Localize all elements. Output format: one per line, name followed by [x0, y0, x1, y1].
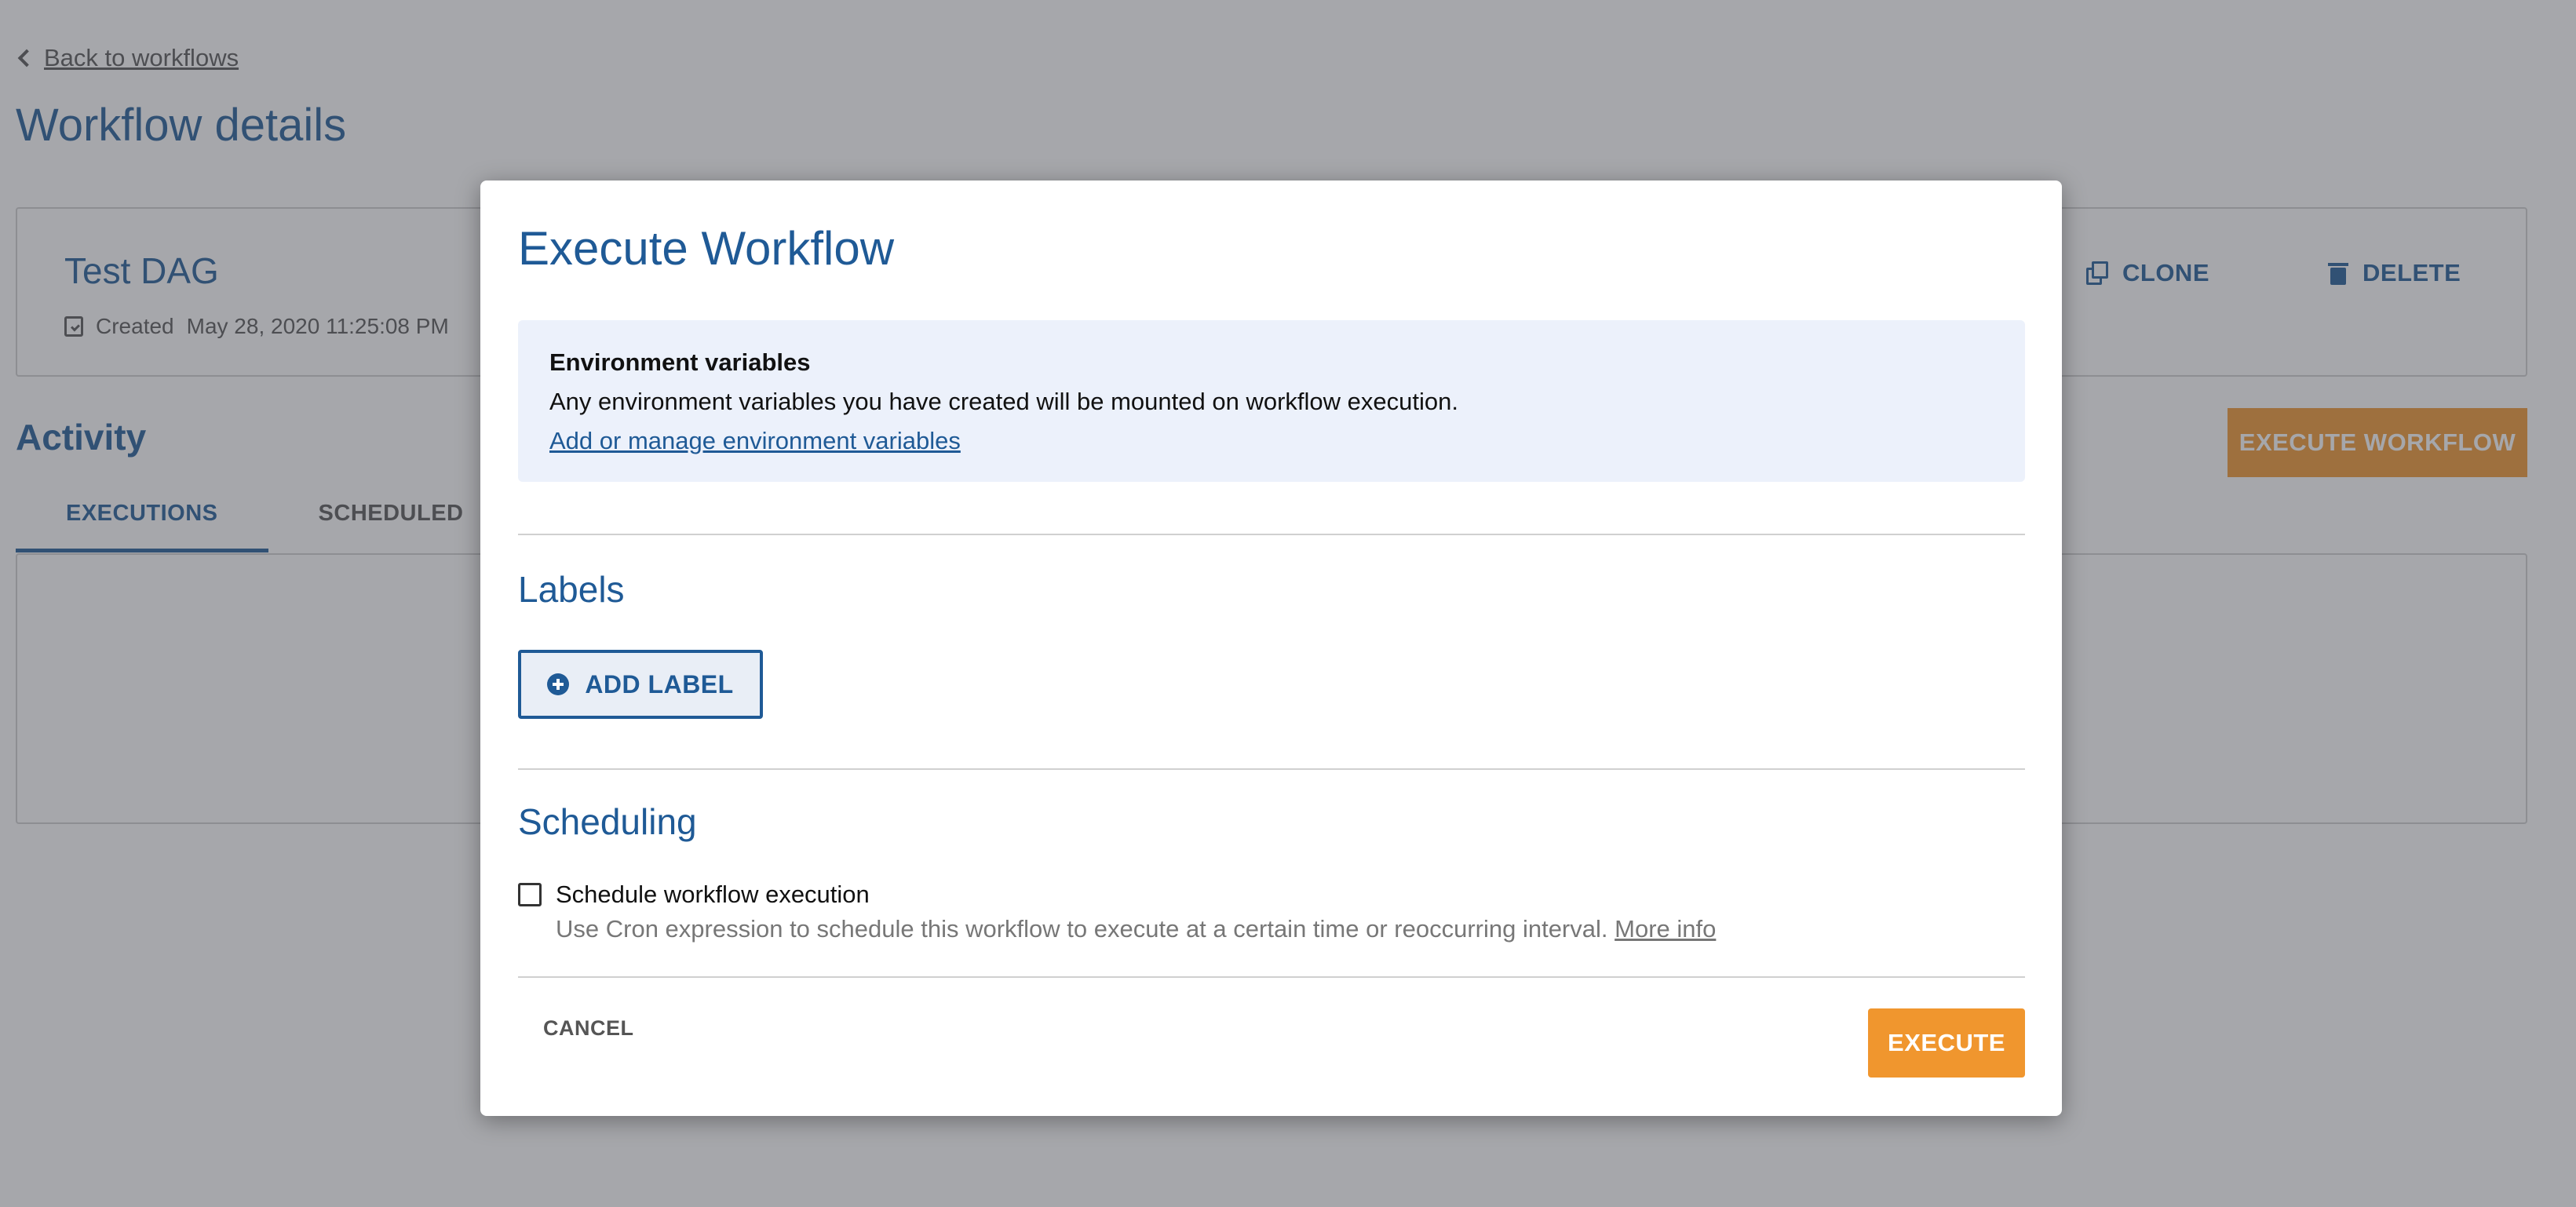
- divider: [518, 768, 2025, 770]
- env-notice-title: Environment variables: [549, 348, 811, 376]
- plus-circle-icon: [547, 673, 570, 695]
- schedule-help-text: Use Cron expression to schedule this wor…: [556, 915, 1716, 943]
- manage-env-variables-link[interactable]: Add or manage environment variables: [549, 427, 1994, 455]
- cancel-button[interactable]: CANCEL: [518, 1005, 659, 1052]
- schedule-checkbox-row[interactable]: Schedule workflow execution: [518, 881, 870, 909]
- schedule-checkbox-label[interactable]: Schedule workflow execution: [556, 881, 870, 909]
- divider: [518, 976, 2025, 978]
- scheduling-section-title: Scheduling: [518, 801, 697, 842]
- env-notice-description: Any environment variables you have creat…: [549, 388, 1458, 415]
- add-label-text: ADD LABEL: [585, 669, 734, 698]
- dialog-title: Execute Workflow: [518, 222, 895, 275]
- divider: [518, 534, 2025, 535]
- schedule-checkbox[interactable]: [518, 883, 542, 906]
- more-info-link[interactable]: More info: [1615, 915, 1716, 943]
- environment-variables-notice: Environment variables Any environment va…: [518, 320, 2025, 482]
- add-label-button[interactable]: ADD LABEL: [518, 650, 763, 719]
- execute-button[interactable]: EXECUTE: [1868, 1008, 2025, 1078]
- execute-workflow-dialog: Execute Workflow Environment variables A…: [480, 181, 2062, 1116]
- labels-section-title: Labels: [518, 569, 625, 610]
- schedule-help-description: Use Cron expression to schedule this wor…: [556, 915, 1608, 943]
